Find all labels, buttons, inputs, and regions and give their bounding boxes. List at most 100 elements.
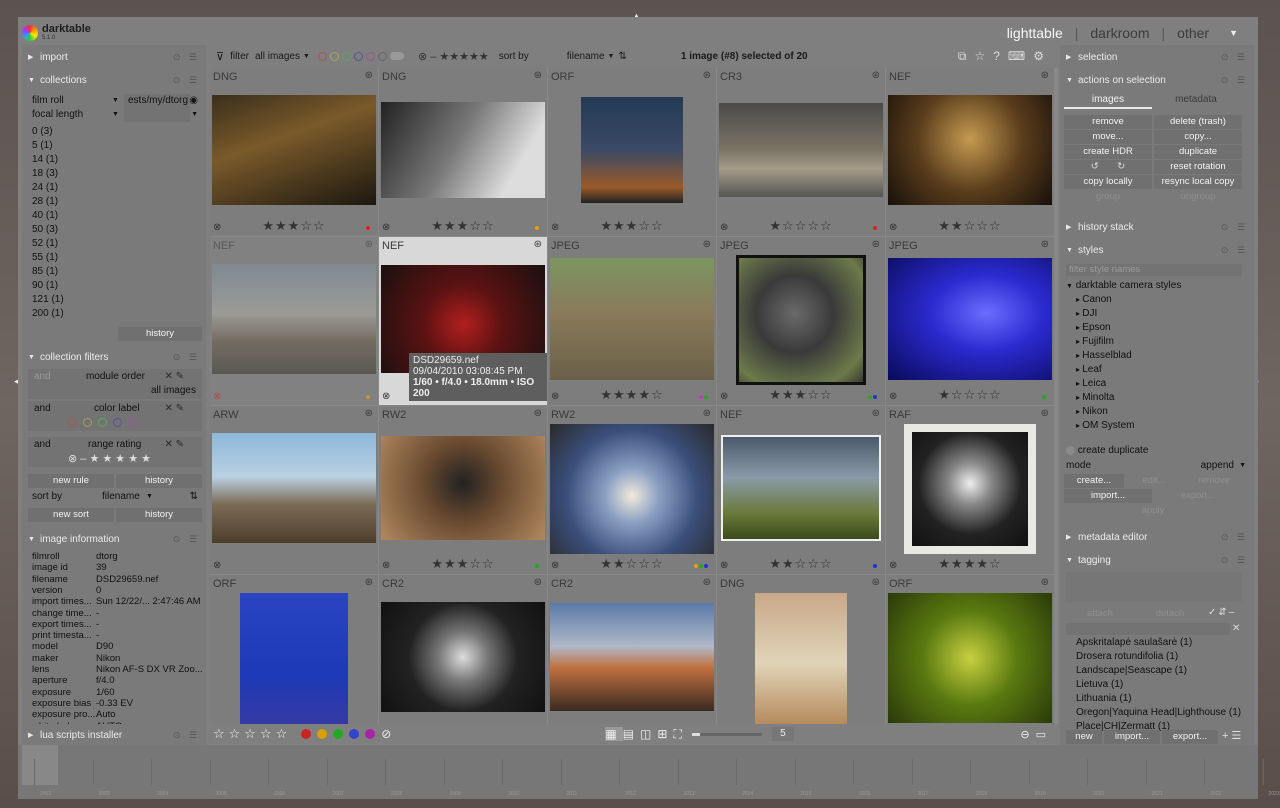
- filter-op-and[interactable]: and: [34, 439, 51, 450]
- new-rule-button[interactable]: new rule: [28, 474, 114, 488]
- thumbnail-image[interactable]: [212, 433, 376, 543]
- tagging-header[interactable]: ▼ tagging ⊙ ☰: [1060, 549, 1254, 571]
- rating-stars[interactable]: ★★★☆☆: [379, 218, 547, 234]
- attach-button[interactable]: attach: [1066, 607, 1134, 621]
- red-filter-toggle[interactable]: [317, 51, 327, 61]
- reject-icon[interactable]: ⊗: [213, 391, 221, 402]
- group-icon[interactable]: ⊛: [703, 70, 711, 81]
- zoom-input[interactable]: 5: [771, 727, 794, 741]
- zoom-slider[interactable]: [691, 732, 762, 736]
- remove-style-button[interactable]: remove: [1184, 474, 1244, 488]
- tag-item[interactable]: Drosera rotundifolia (1): [1076, 651, 1178, 662]
- thumbnail-cell[interactable]: CR2 ⊛: [379, 575, 547, 724]
- thumbnail-image[interactable]: [381, 102, 545, 198]
- chevron-down-icon[interactable]: ▼: [112, 108, 119, 122]
- camera-styles-node[interactable]: ▼ darktable camera styles: [1066, 279, 1242, 293]
- group-icon[interactable]: ⊛: [872, 70, 880, 81]
- rating-stars-toolbar[interactable]: ☆☆☆☆☆: [213, 726, 291, 742]
- thumbnail-image[interactable]: [212, 264, 376, 374]
- tag-item[interactable]: Lietuva (1): [1076, 679, 1123, 690]
- group-icon[interactable]: ⊛: [703, 577, 711, 588]
- preset-menu-icon[interactable]: ⊙ ☰: [173, 52, 200, 63]
- chevron-down-icon[interactable]: ▼: [112, 94, 119, 108]
- tag-item[interactable]: Lithuania (1): [1076, 693, 1132, 704]
- thumbnail-image[interactable]: [755, 593, 847, 724]
- collections-history-button[interactable]: history: [118, 327, 202, 341]
- filters-history-button[interactable]: history: [116, 474, 202, 488]
- preset-menu-icon[interactable]: ⊙ ☰: [173, 730, 200, 741]
- focal-length-item[interactable]: 14 (1): [32, 153, 194, 167]
- green-filter-toggle[interactable]: [341, 51, 351, 61]
- reject-icon[interactable]: ⊗: [213, 560, 221, 571]
- import-tags-button[interactable]: import...: [1104, 730, 1160, 744]
- style-group-item[interactable]: ▸ DJI: [1066, 307, 1242, 321]
- preset-menu-icon[interactable]: ⊙ ☰: [1221, 222, 1248, 233]
- group-icon[interactable]: ⊛: [872, 408, 880, 419]
- thumbnail-image[interactable]: [888, 258, 1052, 380]
- thumbnail-cell[interactable]: RAF ⊛ ⊗ ★★★★☆: [886, 406, 1054, 574]
- group-icon[interactable]: ⊛: [703, 408, 711, 419]
- gear-icon[interactable]: ⚙: [1033, 49, 1052, 63]
- create-duplicate-toggle[interactable]: create duplicate: [1066, 445, 1148, 456]
- focal-length-item[interactable]: 0 (3): [32, 125, 194, 139]
- sort-order-icon[interactable]: ⇅: [190, 490, 198, 504]
- style-group-item[interactable]: ▸ Leaf: [1066, 363, 1242, 377]
- clear-labels-icon[interactable]: ⊘: [381, 727, 391, 741]
- delete-trash-button[interactable]: delete (trash): [1154, 115, 1242, 129]
- resync-local-copy-button[interactable]: resync local copy: [1154, 175, 1242, 189]
- style-group-item[interactable]: ▸ Fujifilm: [1066, 335, 1242, 349]
- move-button[interactable]: move...: [1064, 130, 1152, 144]
- group-icon[interactable]: ⊛: [1041, 577, 1049, 588]
- apply-style-button[interactable]: apply: [1064, 504, 1242, 518]
- gray-filter-toggle[interactable]: [377, 51, 387, 61]
- sort-field-combo[interactable]: filename: [102, 490, 140, 504]
- chevron-down-icon[interactable]: ▼: [608, 53, 615, 60]
- chevron-down-icon[interactable]: ▼: [303, 53, 310, 60]
- thumbnail-image[interactable]: [736, 255, 866, 385]
- focus-peaking-icon[interactable]: ⊖: [1020, 729, 1035, 741]
- group-icon[interactable]: ⊛: [534, 408, 542, 419]
- view-lighttable[interactable]: lighttable: [1007, 25, 1063, 41]
- rating-stars[interactable]: ★★★☆☆: [379, 556, 547, 572]
- tab-metadata[interactable]: metadata: [1152, 94, 1240, 107]
- tag-item[interactable]: Oregon|Yaquina Head|Lighthouse (1): [1076, 707, 1241, 718]
- rating-filter-stars[interactable]: ⊗ – ★★★★★: [418, 50, 489, 63]
- blue-filter-toggle[interactable]: [353, 51, 363, 61]
- chevron-down-icon[interactable]: ▼: [146, 490, 153, 504]
- thumbnail-cell[interactable]: NEF ⊛ ⊗ ★★☆☆☆: [717, 406, 885, 574]
- image-information-header[interactable]: ▼ image information ⊙ ☰: [22, 528, 206, 550]
- collection-sub-input[interactable]: [124, 108, 190, 122]
- thumbnail-image[interactable]: [888, 593, 1052, 723]
- collection-path-input[interactable]: ests/my/dtorg: [124, 94, 190, 108]
- group-icon[interactable]: ⊛: [365, 577, 373, 588]
- thumbnail-cell[interactable]: RW2 ⊛ ⊗ ★★★☆☆: [379, 406, 547, 574]
- new-sort-button[interactable]: new sort: [28, 508, 114, 522]
- group-icon[interactable]: ⊛: [534, 577, 542, 588]
- rating-stars[interactable]: ★★★☆☆: [210, 218, 378, 234]
- actions-module-header[interactable]: ▼ actions on selection ⊙ ☰: [1060, 69, 1254, 91]
- import-module-header[interactable]: ▶ import ⊙ ☰: [22, 46, 206, 68]
- filter-module-order-value[interactable]: all images: [151, 385, 196, 396]
- help-icon[interactable]: ?: [993, 49, 1008, 63]
- lua-scripts-header[interactable]: ▶ lua scripts installer ⊙ ☰: [22, 724, 206, 746]
- focal-length-item[interactable]: 200 (1): [32, 307, 194, 321]
- thumbnail-cell[interactable]: DNG ⊛ ⊗ ★★★☆☆: [210, 68, 378, 236]
- thumbnail-cell[interactable]: DNG ⊛: [717, 575, 885, 724]
- create-hdr-button[interactable]: create HDR: [1064, 145, 1152, 159]
- filter-style-input[interactable]: filter style names: [1066, 264, 1242, 276]
- group-icon[interactable]: ⊛: [534, 239, 542, 250]
- thumbnail-image[interactable]: [721, 435, 881, 541]
- yellow-filter-toggle[interactable]: [329, 51, 339, 61]
- duplicate-button[interactable]: duplicate: [1154, 145, 1242, 159]
- thumbnail-image[interactable]: [550, 424, 714, 554]
- edit-style-button[interactable]: edit...: [1124, 474, 1184, 488]
- mode-combo[interactable]: append: [1201, 459, 1234, 473]
- focal-length-item[interactable]: 5 (1): [32, 139, 194, 153]
- style-group-item[interactable]: ▸ Canon: [1066, 293, 1242, 307]
- rotate-right-icon[interactable]: ↻: [1117, 161, 1125, 172]
- styles-header[interactable]: ▼ styles ⊙ ☰: [1060, 239, 1254, 261]
- preset-menu-icon[interactable]: ⊙ ☰: [173, 352, 200, 363]
- focal-length-item[interactable]: 40 (1): [32, 209, 194, 223]
- sort-combo[interactable]: filename: [567, 51, 605, 62]
- thumbnail-image[interactable]: [550, 258, 714, 380]
